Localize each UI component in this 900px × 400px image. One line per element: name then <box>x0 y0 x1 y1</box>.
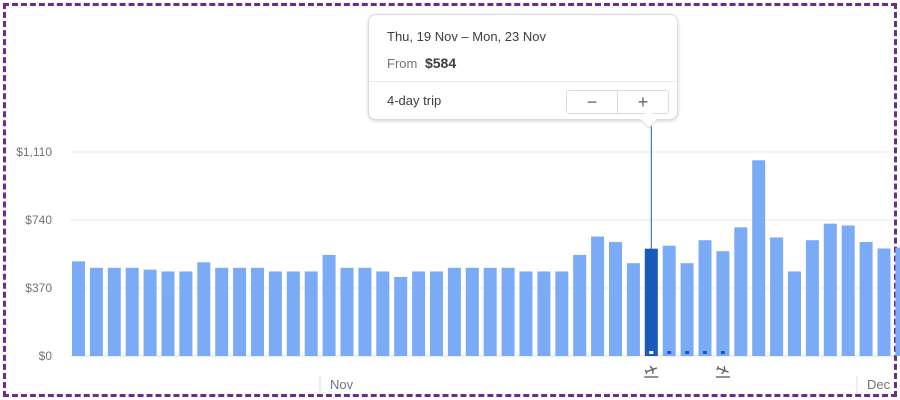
x-axis-label: Nov <box>330 377 354 392</box>
bar[interactable] <box>805 240 819 356</box>
y-tick-label: $370 <box>25 281 52 295</box>
bar[interactable] <box>358 267 372 356</box>
bar[interactable] <box>72 261 85 356</box>
bar[interactable] <box>89 267 103 356</box>
bar[interactable] <box>412 271 426 356</box>
bar[interactable] <box>877 248 891 356</box>
trip-day-dot <box>720 351 725 354</box>
bar[interactable] <box>251 267 264 356</box>
bar[interactable] <box>179 271 193 356</box>
trip-length-label: 4-day trip <box>387 93 442 108</box>
trip-day-dot <box>685 351 690 354</box>
bar[interactable] <box>197 262 211 356</box>
tooltip-divider <box>369 81 677 82</box>
bar[interactable] <box>268 271 282 356</box>
bar[interactable] <box>304 271 318 356</box>
bar[interactable] <box>626 263 640 356</box>
bar[interactable] <box>716 251 730 356</box>
bar[interactable] <box>752 160 766 356</box>
bar[interactable] <box>591 236 605 356</box>
decrease-trip-button[interactable]: − <box>567 91 617 113</box>
bar[interactable] <box>698 240 712 356</box>
bar[interactable] <box>609 242 622 356</box>
bar[interactable] <box>465 267 479 356</box>
bar[interactable] <box>233 267 247 356</box>
bar-selected[interactable] <box>644 248 658 356</box>
bar[interactable] <box>340 267 354 356</box>
price-line: From $584 <box>387 55 456 71</box>
bar[interactable] <box>788 271 801 356</box>
bar[interactable] <box>680 263 694 356</box>
increase-trip-button[interactable]: + <box>617 91 668 113</box>
trip-length-stepper[interactable]: − + <box>566 90 669 114</box>
trip-price: $584 <box>424 55 457 71</box>
trip-day-dot <box>703 351 707 354</box>
bar[interactable] <box>161 271 175 356</box>
bar[interactable] <box>537 271 551 356</box>
bar[interactable] <box>125 267 139 356</box>
bar[interactable] <box>483 267 497 356</box>
bar[interactable] <box>555 271 569 356</box>
x-axis-label: Dec <box>867 377 891 392</box>
bar[interactable] <box>215 267 229 356</box>
bar[interactable] <box>734 227 748 356</box>
bar[interactable] <box>573 254 587 356</box>
price-tooltip: Thu, 19 Nov – Mon, 23 Nov From $584 4-da… <box>368 14 678 120</box>
bar[interactable] <box>770 237 784 356</box>
bar[interactable] <box>376 271 390 356</box>
bar[interactable] <box>519 271 533 356</box>
y-tick-label: $1,110 <box>16 145 52 159</box>
bar[interactable] <box>430 271 443 356</box>
from-label: From <box>387 56 418 71</box>
y-tick-label: $0 <box>39 349 53 363</box>
y-tick-label: $740 <box>25 213 52 227</box>
bar[interactable] <box>895 247 900 356</box>
trip-day-dot <box>667 351 672 354</box>
takeoff-icon <box>644 365 658 375</box>
bar[interactable] <box>394 276 408 356</box>
bar[interactable] <box>107 267 121 356</box>
bar[interactable] <box>501 267 515 356</box>
bar[interactable] <box>447 267 461 356</box>
bar[interactable] <box>322 254 336 356</box>
bar[interactable] <box>841 225 855 356</box>
bar[interactable] <box>286 271 300 356</box>
trip-dates: Thu, 19 Nov – Mon, 23 Nov <box>387 29 546 44</box>
bar[interactable] <box>662 245 676 356</box>
landing-icon <box>716 365 729 375</box>
bar[interactable] <box>859 242 873 356</box>
trip-day-dot <box>649 351 654 354</box>
bar[interactable] <box>143 269 157 356</box>
bar[interactable] <box>823 223 837 356</box>
